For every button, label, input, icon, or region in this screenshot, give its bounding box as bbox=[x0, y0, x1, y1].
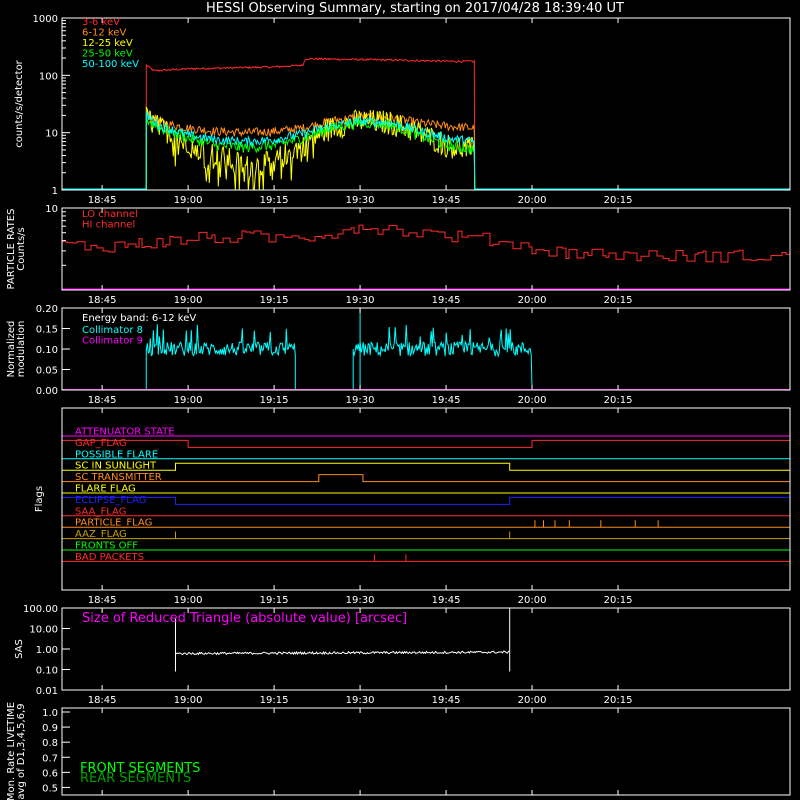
count-rates-ytick-label: 1000 bbox=[33, 14, 58, 25]
count-rates-ytick-label: 1 bbox=[52, 186, 58, 197]
flag-label: SC IN SUNLIGHT bbox=[75, 461, 157, 472]
count-rates-xtick-label: 19:15 bbox=[260, 195, 289, 206]
flags-xtick-label: 19:45 bbox=[432, 595, 461, 606]
flag-label: ATTENUATOR STATE bbox=[75, 427, 175, 438]
particle-ytick-label: 10 bbox=[45, 204, 58, 215]
sas-ytick-label: 1.00 bbox=[36, 645, 58, 656]
count-rates-xtick-label: 20:00 bbox=[518, 195, 547, 206]
count-rates-legend-item: 25-50 keV bbox=[82, 49, 133, 60]
count-rates-legend-item: 3-6 keV bbox=[82, 17, 120, 28]
modulation-xtick-label: 19:00 bbox=[174, 395, 203, 406]
sas-xtick-label: 20:00 bbox=[518, 695, 547, 706]
flags-xtick-label: 19:30 bbox=[346, 595, 375, 606]
sas-legend-item: Size of Reduced Triangle (absolute value… bbox=[82, 611, 407, 626]
sas-ytick-label: 100.00 bbox=[23, 604, 58, 615]
livetime-legend-rear: REAR SEGMENTS bbox=[80, 771, 191, 786]
flags-xtick-label: 18:45 bbox=[88, 595, 117, 606]
count-rates-xtick-label: 19:00 bbox=[174, 195, 203, 206]
particle-rates-xtick-label: 19:45 bbox=[432, 295, 461, 306]
modulation-ytick-label: 0.10 bbox=[36, 345, 58, 356]
particle-rates-xtick-label: 18:45 bbox=[88, 295, 117, 306]
modulation-ytick-label: 0.15 bbox=[36, 325, 58, 336]
flag-label: AAZ_FLAG bbox=[75, 529, 127, 540]
count-rates-ylabel: counts/s/detector bbox=[14, 59, 25, 147]
sas-xtick-label: 20:15 bbox=[604, 695, 633, 706]
modulation-ylabel: Normalizedmodulation bbox=[6, 321, 27, 378]
flag-label: ECLIPSE_FLAG bbox=[75, 495, 146, 506]
livetime-ytick-label: 0.6 bbox=[42, 768, 58, 779]
sas-xtick-label: 19:30 bbox=[346, 695, 375, 706]
particle-rates-xtick-label: 19:15 bbox=[260, 295, 289, 306]
flag-label: POSSIBLE FLARE bbox=[75, 449, 158, 460]
particle-rates-ylabel-line: Counts/s bbox=[16, 227, 27, 271]
count-rates-xtick-label: 19:45 bbox=[432, 195, 461, 206]
count-rates-ylabel-line: counts/s/detector bbox=[14, 59, 25, 147]
particle-rates-xtick-label: 19:30 bbox=[346, 295, 375, 306]
count-rates-ytick-label: 100 bbox=[39, 71, 58, 82]
sas-ylabel-line: SAS bbox=[14, 639, 25, 659]
livetime-ylabel-line: avg of D1,3,4,5,6,9 bbox=[16, 703, 27, 799]
hessi-summary-figure: HESSI Observing Summary, starting on 201… bbox=[0, 0, 800, 800]
count-rates-xtick-label: 18:45 bbox=[88, 195, 117, 206]
flag-label: SC TRANSMITTER bbox=[75, 472, 162, 483]
sas-ytick-label: 0.01 bbox=[36, 686, 58, 697]
sas-ytick-label: 0.10 bbox=[36, 666, 58, 677]
modulation-ylabel-line: modulation bbox=[16, 321, 27, 378]
flags-xtick-label: 19:00 bbox=[174, 595, 203, 606]
modulation-xtick-label: 18:45 bbox=[88, 395, 117, 406]
particle-rates-legend-item: HI channel bbox=[82, 220, 135, 231]
count-rates-legend-item: 6-12 keV bbox=[82, 28, 126, 39]
flags-xtick-label: 20:00 bbox=[518, 595, 547, 606]
flag-label: PARTICLE_FLAG bbox=[75, 518, 152, 529]
flags-xtick-label: 20:15 bbox=[604, 595, 633, 606]
livetime-ytick-label: 0.5 bbox=[42, 783, 58, 794]
livetime-ytick-label: 0.7 bbox=[42, 753, 58, 764]
count-rates-ytick-label: 10 bbox=[45, 129, 58, 140]
flag-label: FLARE FLAG bbox=[75, 484, 136, 495]
modulation-xtick-label: 19:45 bbox=[432, 395, 461, 406]
sas-xtick-label: 19:00 bbox=[174, 695, 203, 706]
count-rates-legend-item: 12-25 keV bbox=[82, 38, 133, 49]
flags-xtick-label: 19:15 bbox=[260, 595, 289, 606]
flag-label: FRONTS OFF bbox=[75, 541, 138, 552]
modulation-ytick-label: 0.00 bbox=[36, 386, 58, 397]
livetime-ytick-label: 1.0 bbox=[42, 708, 58, 719]
flag-label: GAP_FLAG bbox=[75, 438, 127, 449]
sas-xtick-label: 19:15 bbox=[260, 695, 289, 706]
particle-rates-xtick-label: 19:00 bbox=[174, 295, 203, 306]
sas-xtick-label: 19:45 bbox=[432, 695, 461, 706]
modulation-annotation: Energy band: 6-12 keV bbox=[82, 313, 196, 324]
particle-rates-xtick-label: 20:00 bbox=[518, 295, 547, 306]
particle-rates-legend-item: LO channel bbox=[82, 209, 138, 220]
modulation-xtick-label: 19:30 bbox=[346, 395, 375, 406]
livetime-ytick-label: 0.8 bbox=[42, 738, 58, 749]
modulation-xtick-label: 20:15 bbox=[604, 395, 633, 406]
count-rates-legend-item: 50-100 keV bbox=[82, 59, 139, 70]
modulation-legend-item: Collimator 9 bbox=[82, 336, 143, 347]
sas-ylabel: SAS bbox=[14, 639, 25, 659]
livetime-ytick-label: 0.9 bbox=[42, 723, 58, 734]
count-rates-xtick-label: 19:30 bbox=[346, 195, 375, 206]
modulation-ytick-label: 0.05 bbox=[36, 366, 58, 377]
modulation-xtick-label: 19:15 bbox=[260, 395, 289, 406]
livetime-ylabel: Mon. Rate LIVETIMEavg of D1,3,4,5,6,9 bbox=[6, 702, 27, 800]
count-rates-xtick-label: 20:15 bbox=[604, 195, 633, 206]
figure-title: HESSI Observing Summary, starting on 201… bbox=[206, 1, 624, 16]
sas-ytick-label: 10.00 bbox=[29, 625, 58, 636]
sas-xtick-label: 18:45 bbox=[88, 695, 117, 706]
flags-ylabel: Flags bbox=[34, 486, 45, 512]
flag-label: BAD PACKETS bbox=[75, 552, 144, 563]
modulation-legend-item: Collimator 8 bbox=[82, 325, 143, 336]
modulation-xtick-label: 20:00 bbox=[518, 395, 547, 406]
particle-rates-xtick-label: 20:15 bbox=[604, 295, 633, 306]
modulation-ytick-label: 0.20 bbox=[36, 304, 58, 315]
flag-label: SAA_FLAG bbox=[75, 506, 126, 517]
